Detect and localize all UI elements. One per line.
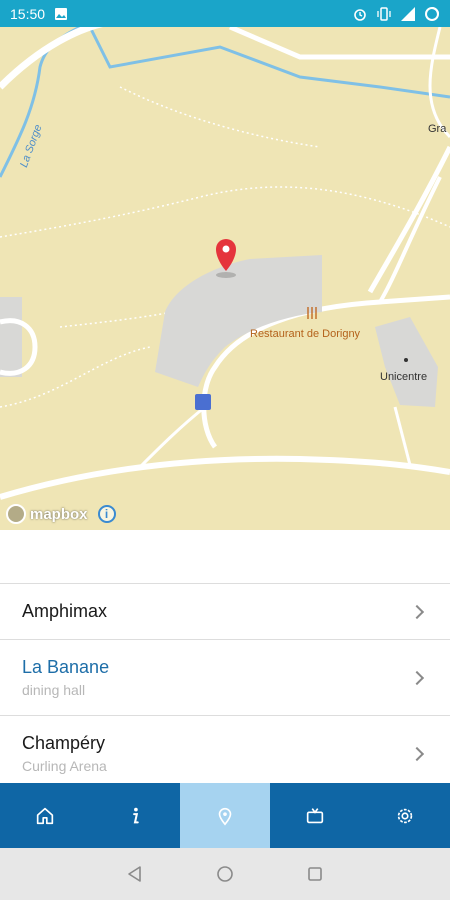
tab-map[interactable]	[180, 783, 270, 848]
list-header-spacer	[0, 530, 450, 584]
tab-settings[interactable]	[360, 783, 450, 848]
settings-icon	[397, 808, 413, 823]
alarm-icon	[354, 8, 366, 21]
mapbox-text: mapbox	[30, 505, 88, 523]
map-canvas	[0, 27, 450, 500]
list-item-title: Champéry	[22, 733, 106, 753]
map-view[interactable]: Restaurant de Dorigny Unicentre La Sorge…	[0, 27, 450, 530]
list-item-subtitle: Curling Arena	[22, 758, 107, 774]
battery-icon	[425, 6, 439, 21]
bottom-tab-bar	[0, 783, 450, 848]
map-label-restaurant[interactable]: Restaurant de Dorigny	[250, 328, 360, 340]
list-item-title: La Banane	[22, 657, 110, 677]
signal-icon	[401, 6, 415, 21]
home-icon	[36, 807, 54, 824]
list-item-subtitle: dining hall	[22, 682, 86, 698]
tv-icon	[306, 807, 324, 823]
tab-home[interactable]	[0, 783, 90, 848]
map-pin-icon	[218, 807, 232, 826]
list-item[interactable]: Amphimax	[0, 584, 450, 640]
list-item-title: Amphimax	[22, 601, 108, 621]
status-time: 15:50	[10, 5, 46, 22]
vibrate-icon	[377, 6, 391, 21]
map-label-unicentre[interactable]: Unicentre	[380, 371, 427, 383]
system-nav-bar	[0, 848, 450, 900]
list-item[interactable]: Champéry Curling Arena	[0, 716, 450, 783]
recents-icon[interactable]	[305, 864, 325, 884]
mapbox-attribution[interactable]: mapbox i	[6, 504, 116, 524]
mapbox-logo-icon	[6, 504, 26, 524]
tab-info[interactable]	[90, 783, 180, 848]
info-icon[interactable]: i	[97, 505, 116, 523]
map-label-edge: Gra	[428, 123, 447, 135]
home-circle-icon[interactable]	[215, 864, 235, 884]
back-icon[interactable]	[125, 864, 145, 884]
image-icon	[55, 7, 68, 20]
places-list[interactable]: Amphimax La Banane dining hall Champéry …	[0, 584, 450, 783]
status-bar: 15:50	[0, 0, 450, 27]
tab-tv[interactable]	[270, 783, 360, 848]
list-item[interactable]: La Banane dining hall	[0, 640, 450, 716]
info-icon	[133, 807, 139, 823]
